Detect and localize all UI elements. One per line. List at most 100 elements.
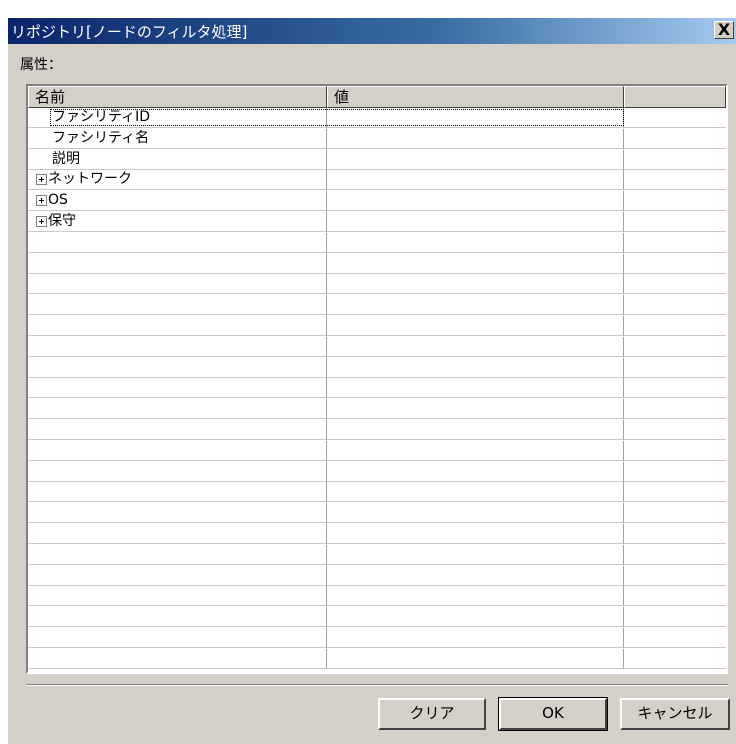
name-cell[interactable]: [28, 628, 327, 648]
extra-cell[interactable]: [624, 545, 726, 565]
name-cell[interactable]: 説明: [28, 149, 327, 170]
name-cell[interactable]: [28, 357, 327, 378]
empty-grid-row[interactable]: [28, 586, 726, 607]
extra-cell[interactable]: [624, 649, 726, 669]
extra-cell[interactable]: [624, 212, 726, 232]
extra-cell[interactable]: [624, 358, 726, 378]
name-cell[interactable]: [28, 232, 327, 253]
empty-grid-row[interactable]: [28, 232, 726, 253]
value-cell[interactable]: [327, 336, 624, 357]
value-cell[interactable]: [327, 524, 624, 544]
extra-cell[interactable]: [624, 191, 726, 212]
column-header-name[interactable]: 名前: [28, 86, 327, 108]
extra-cell[interactable]: [624, 129, 726, 149]
extra-cell[interactable]: [624, 462, 726, 482]
empty-grid-row[interactable]: [28, 336, 726, 357]
column-header-extra[interactable]: [624, 86, 726, 108]
value-cell[interactable]: [327, 274, 624, 295]
empty-grid-row[interactable]: [28, 420, 726, 440]
name-cell[interactable]: [28, 378, 327, 399]
empty-grid-row[interactable]: [28, 628, 726, 648]
extra-cell[interactable]: [624, 378, 726, 399]
extra-cell[interactable]: [624, 316, 726, 336]
name-cell[interactable]: OS: [28, 191, 327, 212]
empty-grid-row[interactable]: [28, 607, 726, 628]
name-cell[interactable]: [28, 648, 327, 669]
extra-cell[interactable]: [624, 420, 726, 440]
empty-grid-row[interactable]: [28, 253, 726, 274]
column-header-value[interactable]: 値: [327, 86, 624, 108]
value-cell[interactable]: [327, 440, 624, 461]
name-cell[interactable]: ネットワーク: [28, 170, 327, 191]
name-cell[interactable]: [28, 503, 327, 524]
empty-grid-row[interactable]: [28, 378, 726, 399]
empty-grid-row[interactable]: [28, 295, 726, 316]
name-cell[interactable]: [28, 316, 327, 336]
expand-plus-icon[interactable]: [36, 216, 47, 227]
value-cell[interactable]: [327, 357, 624, 378]
extra-cell[interactable]: [624, 607, 726, 628]
name-cell[interactable]: [28, 274, 327, 295]
value-cell[interactable]: [327, 607, 624, 628]
value-cell[interactable]: [327, 648, 624, 669]
grid-row[interactable]: 説明: [28, 149, 726, 170]
extra-cell[interactable]: [624, 566, 726, 586]
empty-grid-row[interactable]: [28, 482, 726, 503]
expand-plus-icon[interactable]: [36, 195, 47, 207]
empty-grid-row[interactable]: [28, 316, 726, 336]
value-cell[interactable]: [327, 149, 624, 170]
empty-grid-row[interactable]: [28, 648, 726, 669]
value-cell[interactable]: [327, 586, 624, 607]
extra-cell[interactable]: [624, 274, 726, 295]
empty-grid-row[interactable]: [28, 503, 726, 524]
empty-grid-row[interactable]: [28, 524, 726, 544]
extra-cell[interactable]: [624, 524, 726, 544]
name-cell[interactable]: [28, 253, 327, 274]
empty-grid-row[interactable]: [28, 461, 726, 482]
name-cell[interactable]: 保守: [28, 212, 327, 232]
value-cell[interactable]: [327, 232, 624, 253]
value-cell[interactable]: [327, 191, 624, 212]
value-cell[interactable]: [327, 295, 624, 316]
name-cell[interactable]: [28, 565, 327, 586]
name-cell[interactable]: [28, 524, 327, 544]
extra-cell[interactable]: [624, 233, 726, 253]
name-cell[interactable]: [28, 607, 327, 628]
name-cell[interactable]: [28, 399, 327, 420]
name-cell[interactable]: [28, 440, 327, 461]
extra-cell[interactable]: [624, 628, 726, 648]
name-cell[interactable]: ファシリティ名: [28, 128, 327, 149]
value-cell[interactable]: [327, 378, 624, 399]
value-cell[interactable]: [327, 544, 624, 565]
value-cell[interactable]: [327, 170, 624, 191]
empty-grid-row[interactable]: [28, 440, 726, 461]
property-grid[interactable]: 名前 値 ファシリティID ファシリティ名 説明 ネットワーク OS 保守: [26, 84, 728, 674]
close-button[interactable]: X: [714, 21, 734, 39]
name-cell[interactable]: [28, 420, 327, 440]
value-cell[interactable]: [327, 212, 624, 232]
value-cell[interactable]: [327, 461, 624, 482]
name-cell[interactable]: [28, 544, 327, 565]
extra-cell[interactable]: [624, 295, 726, 316]
extra-cell[interactable]: [624, 482, 726, 503]
extra-cell[interactable]: [624, 170, 726, 191]
name-cell[interactable]: [28, 295, 327, 316]
ok-button[interactable]: OK: [498, 697, 608, 731]
title-bar[interactable]: リポジトリ[ノードのフィルタ処理] X: [8, 18, 736, 44]
expand-plus-icon[interactable]: [36, 174, 47, 186]
empty-grid-row[interactable]: [28, 357, 726, 378]
clear-button[interactable]: クリア: [378, 698, 486, 730]
name-cell[interactable]: [28, 336, 327, 357]
value-cell[interactable]: [327, 399, 624, 420]
empty-grid-row[interactable]: [28, 565, 726, 586]
value-cell[interactable]: [327, 503, 624, 524]
grid-row[interactable]: ネットワーク: [28, 170, 726, 191]
value-cell[interactable]: [327, 420, 624, 440]
name-cell[interactable]: [28, 461, 327, 482]
value-cell[interactable]: [327, 565, 624, 586]
name-cell[interactable]: [28, 586, 327, 607]
grid-row[interactable]: 保守: [28, 212, 726, 232]
extra-cell[interactable]: [624, 254, 726, 274]
value-cell[interactable]: [327, 128, 624, 149]
cancel-button[interactable]: キャンセル: [620, 698, 730, 730]
